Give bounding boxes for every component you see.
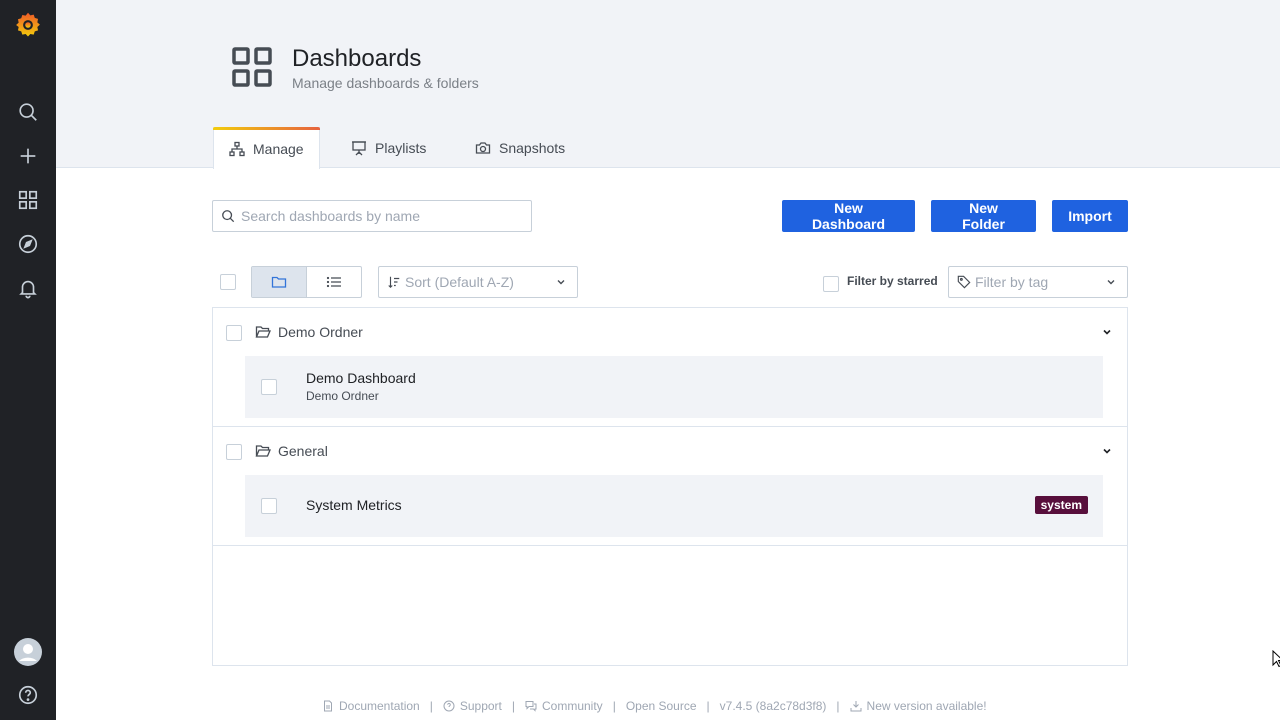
search-icon [222, 210, 235, 223]
folder-name: General [278, 443, 328, 459]
footer-community-label: Community [542, 699, 603, 713]
folder-row-demo-ordner[interactable]: Demo Ordner [213, 308, 1127, 356]
search-icon[interactable] [14, 98, 42, 126]
footer-open-source-link[interactable]: Open Source [626, 699, 697, 713]
dashboard-checkbox[interactable] [261, 498, 277, 514]
bell-icon[interactable] [14, 274, 42, 302]
footer-separator: | [511, 699, 515, 713]
filter-starred-checkbox[interactable] [823, 276, 839, 292]
footer-separator: | [612, 699, 616, 713]
chevron-down-icon [1107, 280, 1115, 285]
footer-version-label: v7.4.5 (8a2c78d3f8) [719, 699, 827, 713]
sitemap-icon [229, 141, 245, 156]
folder-view-button[interactable] [252, 267, 307, 297]
tab-label: Snapshots [499, 139, 566, 156]
page-title: Dashboards [292, 45, 422, 72]
chevron-down-icon[interactable] [1101, 326, 1113, 338]
list-icon [326, 276, 341, 288]
dashboard-title[interactable]: Demo Dashboard [306, 370, 416, 386]
filter-tag-select[interactable]: Filter by tag [948, 266, 1128, 298]
folder-checkbox[interactable] [226, 444, 242, 460]
footer-documentation-link[interactable]: Documentation [322, 699, 420, 713]
grafana-logo-icon[interactable] [14, 11, 42, 39]
filter-starred-label: Filter by starred [847, 274, 938, 288]
plus-icon[interactable] [14, 142, 42, 170]
new-folder-button[interactable]: New Folder [931, 200, 1036, 232]
sort-select[interactable]: Sort (Default A-Z) [378, 266, 578, 298]
document-icon [324, 700, 332, 712]
footer-support-label: Support [459, 699, 502, 713]
dashboard-checkbox[interactable] [261, 379, 277, 395]
filter-tag-placeholder: Filter by tag [975, 274, 1049, 290]
tab-snapshots[interactable]: Snapshots [460, 127, 580, 168]
dashboard-row[interactable]: Demo Dashboard Demo Ordner [245, 356, 1103, 418]
footer-community-link[interactable]: Community [525, 699, 603, 713]
question-icon [443, 700, 455, 712]
download-icon [850, 701, 862, 712]
search-input[interactable] [241, 208, 521, 224]
comments-icon [525, 701, 537, 712]
page-subtitle: Manage dashboards & folders [292, 75, 479, 91]
avatar-icon[interactable] [14, 638, 42, 666]
tab-label: Playlists [375, 139, 427, 156]
footer-new-version-label: New version available! [866, 699, 987, 713]
view-toggle [251, 266, 362, 298]
tag-badge[interactable]: system [1034, 496, 1088, 514]
dashboard-row[interactable]: System Metrics system [245, 475, 1103, 537]
folder-open-icon [255, 326, 271, 338]
select-all-checkbox[interactable] [220, 274, 236, 290]
new-dashboard-button[interactable]: New Dashboard [782, 200, 915, 232]
divider [213, 545, 1127, 546]
dashboards-icon[interactable] [14, 186, 42, 214]
footer-support-link[interactable]: Support [443, 699, 502, 713]
sort-icon [388, 276, 400, 289]
footer-separator: | [836, 699, 840, 713]
folder-name: Demo Ordner [278, 324, 363, 340]
footer-version: v7.4.5 (8a2c78d3f8) [720, 699, 827, 713]
footer-separator: | [429, 699, 433, 713]
tab-playlists[interactable]: Playlists [336, 127, 441, 168]
folder-checkbox[interactable] [226, 325, 242, 341]
presentation-icon [352, 140, 366, 155]
chevron-down-icon [557, 280, 565, 285]
footer-documentation-label: Documentation [339, 699, 420, 713]
mouse-cursor-icon [1272, 650, 1280, 668]
dashboard-list: Demo Ordner Demo Dashboard Demo Ordner G… [212, 307, 1128, 666]
folder-row-general[interactable]: General [213, 427, 1127, 475]
camera-icon [475, 141, 491, 154]
footer-open-source-label: Open Source [625, 699, 697, 713]
page-header: Dashboards Manage dashboards & folders M… [56, 0, 1280, 169]
help-icon[interactable] [14, 681, 42, 709]
compass-icon[interactable] [14, 230, 42, 258]
footer-new-version-link[interactable]: New version available! [850, 699, 987, 713]
dashboard-title[interactable]: System Metrics [306, 497, 402, 513]
folder-icon [271, 276, 287, 288]
search-box[interactable] [212, 200, 532, 232]
footer-separator: | [706, 699, 710, 713]
footer: Documentation | Support | Community | Op… [322, 699, 987, 713]
chevron-down-icon[interactable] [1101, 445, 1113, 457]
dashboard-folder-label: Demo Ordner [306, 389, 379, 403]
sort-label: Sort (Default A-Z) [405, 274, 514, 290]
tab-manage[interactable]: Manage [213, 127, 320, 169]
dashboards-icon [232, 47, 272, 87]
list-view-button[interactable] [307, 267, 361, 297]
sidebar [0, 0, 56, 720]
folder-open-icon [255, 445, 271, 457]
tag-icon [957, 275, 971, 289]
import-button[interactable]: Import [1052, 200, 1128, 232]
tab-label: Manage [253, 140, 304, 157]
